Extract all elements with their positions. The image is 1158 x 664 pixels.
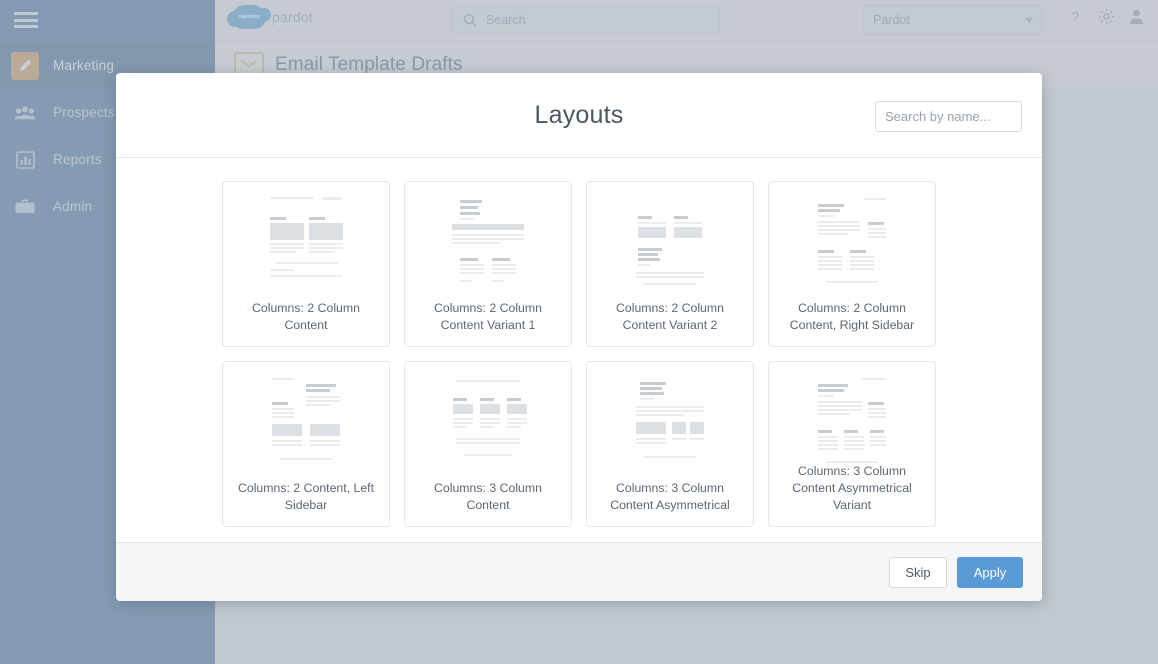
layouts-modal: Layouts xyxy=(116,73,1042,601)
modal-footer: Skip Apply xyxy=(116,542,1042,601)
layout-thumbnail-2-column-content-variant-1 xyxy=(448,192,528,288)
layout-search-input[interactable] xyxy=(875,101,1022,132)
layout-card-label: Columns: 2 Column Content Variant 1 xyxy=(413,300,563,334)
layout-card[interactable]: Columns: 2 Column Content Variant 1 xyxy=(404,181,572,347)
layout-card-label: Columns: 3 Column Content Asymmetrical xyxy=(595,480,745,514)
layout-card[interactable]: Columns: 2 Column Content, Right Sidebar xyxy=(768,181,936,347)
app-root: Marketing Prospects xyxy=(0,0,1158,664)
layouts-grid: Columns: 2 Column Content xyxy=(116,181,1042,527)
layout-card-label: Columns: 3 Column Content Asymmetrical V… xyxy=(777,463,927,514)
layout-card-label: Columns: 2 Content, Left Sidebar xyxy=(231,480,381,514)
layout-card[interactable]: Columns: 3 Column Content Asymmetrical xyxy=(586,361,754,527)
layout-thumbnail-2-content-left-sidebar xyxy=(266,372,346,468)
layout-card[interactable]: Columns: 2 Column Content xyxy=(222,181,390,347)
layout-card-label: Columns: 2 Column Content Variant 2 xyxy=(595,300,745,334)
modal-title: Layouts xyxy=(535,101,624,130)
skip-button[interactable]: Skip xyxy=(889,557,947,588)
layout-card[interactable]: Columns: 2 Content, Left Sidebar xyxy=(222,361,390,527)
layout-card[interactable]: Columns: 3 Column Content xyxy=(404,361,572,527)
layout-card-label: Columns: 3 Column Content xyxy=(413,480,563,514)
layout-card[interactable]: Columns: 2 Column Content Variant 2 xyxy=(586,181,754,347)
layout-thumbnail-2-column-content-variant-2 xyxy=(630,192,710,288)
apply-button[interactable]: Apply xyxy=(957,557,1023,588)
modal-header: Layouts xyxy=(116,73,1042,158)
layout-thumbnail-3-column-content-asymmetrical-variant xyxy=(812,372,892,463)
layout-thumbnail-2-column-content-right-sidebar xyxy=(812,192,892,288)
layout-thumbnail-3-column-content xyxy=(448,372,528,468)
modal-body: Columns: 2 Column Content xyxy=(116,158,1042,542)
layout-card-label: Columns: 2 Column Content xyxy=(231,300,381,334)
salesforce-wordmark: salesforce xyxy=(239,14,260,20)
layout-card-label: Columns: 2 Column Content, Right Sidebar xyxy=(777,300,927,334)
layout-thumbnail-2-column-content xyxy=(266,192,346,288)
layout-thumbnail-3-column-content-asymmetrical xyxy=(630,372,710,468)
layout-card[interactable]: Columns: 3 Column Content Asymmetrical V… xyxy=(768,361,936,527)
